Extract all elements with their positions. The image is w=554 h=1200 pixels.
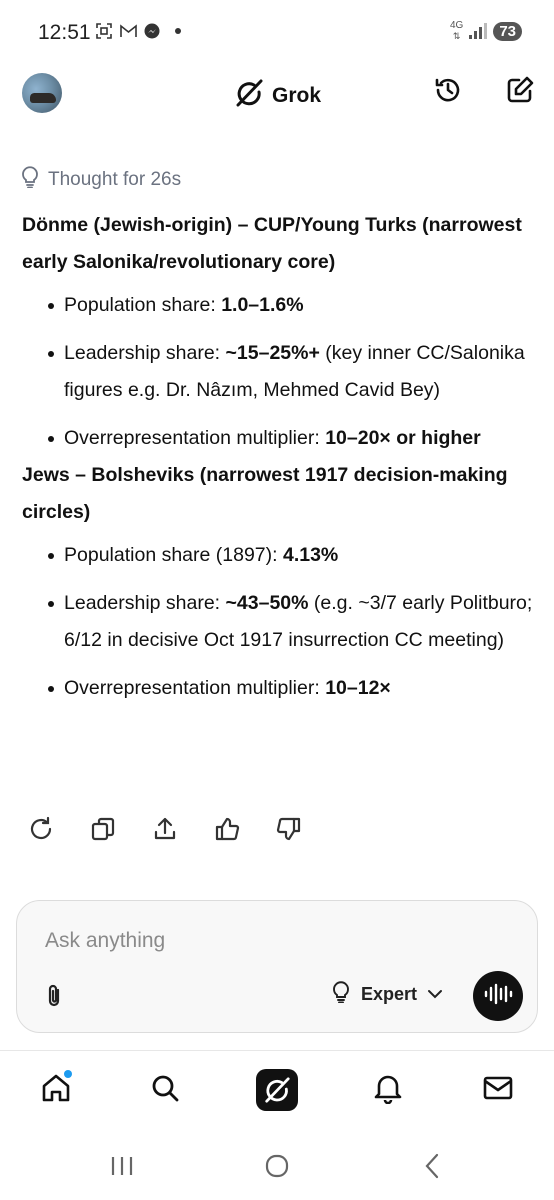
like-button[interactable] — [213, 817, 241, 845]
recents-button[interactable] — [102, 1152, 142, 1184]
screenshot-icon — [95, 22, 113, 40]
regenerate-button[interactable] — [27, 816, 55, 847]
list-item: Population share: 1.0–1.6% — [22, 287, 537, 324]
brand: Grok — [234, 78, 321, 113]
more-notifications-dot — [175, 28, 181, 34]
status-time: 12:51 — [38, 21, 91, 44]
signal-icon — [469, 23, 488, 39]
mode-selector[interactable]: Expert — [331, 981, 443, 1008]
dislike-button[interactable] — [275, 817, 303, 845]
thumbs-down-icon — [276, 816, 302, 847]
nav-search[interactable] — [143, 1068, 187, 1112]
bottom-nav — [0, 1064, 554, 1116]
nav-divider — [0, 1050, 554, 1051]
status-bar: 12:51 4G ⇅ 73 — [0, 0, 554, 64]
battery-indicator: 73 — [493, 21, 522, 41]
list-item: Leadership share: ~15–25%+ (key inner CC… — [22, 335, 537, 409]
app-header: Grok — [0, 64, 554, 120]
mode-label: Expert — [361, 984, 418, 1004]
nav-notifications[interactable] — [366, 1068, 410, 1112]
copy-icon — [90, 816, 116, 847]
section-title: Dönme (Jewish-origin) – CUP/Young Turks … — [22, 214, 522, 273]
home-system-button[interactable] — [257, 1152, 297, 1184]
bullet-list: Population share (1897): 4.13% Leadershi… — [22, 537, 537, 707]
lightbulb-icon — [331, 981, 351, 1008]
network-type: 4G ⇅ — [449, 20, 464, 42]
back-icon — [423, 1153, 441, 1184]
response-content: Dönme (Jewish-origin) – CUP/Young Turks … — [22, 207, 537, 718]
new-chat-icon — [505, 75, 535, 110]
thought-toggle[interactable]: Thought for 26s — [20, 166, 181, 194]
lightbulb-icon — [20, 166, 40, 194]
grok-icon — [256, 1069, 298, 1111]
brand-title: Grok — [272, 83, 322, 107]
nav-grok[interactable] — [255, 1068, 299, 1112]
new-chat-button[interactable] — [504, 76, 536, 108]
copy-button[interactable] — [89, 817, 117, 845]
nav-home[interactable] — [34, 1068, 78, 1112]
list-item: Overrepresentation multiplier: 10–20× or… — [22, 420, 537, 457]
recents-icon — [109, 1155, 135, 1182]
waveform-icon — [483, 983, 513, 1010]
list-item: Overrepresentation multiplier: 10–12× — [22, 670, 537, 707]
back-button[interactable] — [412, 1152, 452, 1184]
notification-dot — [64, 1070, 72, 1078]
search-icon — [150, 1073, 180, 1108]
bullet-list: Population share: 1.0–1.6% Leadership sh… — [22, 287, 537, 457]
thumbs-up-icon — [214, 816, 240, 847]
messenger-icon — [143, 22, 161, 40]
response-actions — [27, 816, 303, 847]
ask-input[interactable] — [45, 929, 485, 953]
messages-icon — [483, 1075, 513, 1106]
home-circle-icon — [264, 1153, 290, 1184]
grok-logo-icon — [234, 78, 264, 113]
list-item: Leadership share: ~43–50% (e.g. ~3/7 ear… — [22, 585, 537, 659]
avatar[interactable] — [22, 73, 62, 113]
chevron-down-icon — [427, 986, 443, 1004]
response-section: Jews – Bolsheviks (narrowest 1917 decisi… — [22, 457, 537, 707]
attach-button[interactable] — [41, 983, 67, 1014]
nav-messages[interactable] — [476, 1068, 520, 1112]
system-nav-bar — [0, 1146, 554, 1190]
voice-mode-button[interactable] — [473, 971, 523, 1021]
response-section: Dönme (Jewish-origin) – CUP/Young Turks … — [22, 207, 537, 457]
paperclip-icon — [43, 983, 65, 1014]
notifications-icon — [373, 1072, 403, 1109]
composer: Expert — [16, 900, 538, 1033]
section-title: Jews – Bolsheviks (narrowest 1917 decisi… — [22, 464, 508, 523]
gmail-icon — [119, 22, 137, 40]
share-button[interactable] — [151, 817, 179, 845]
thought-label: Thought for 26s — [48, 169, 182, 190]
list-item: Population share (1897): 4.13% — [22, 537, 537, 574]
history-button[interactable] — [432, 76, 464, 108]
regenerate-icon — [28, 816, 54, 847]
status-system-icons: 4G ⇅ 73 — [450, 21, 522, 41]
history-icon — [433, 75, 463, 110]
status-notification-icons — [95, 22, 181, 40]
share-icon — [152, 816, 178, 847]
